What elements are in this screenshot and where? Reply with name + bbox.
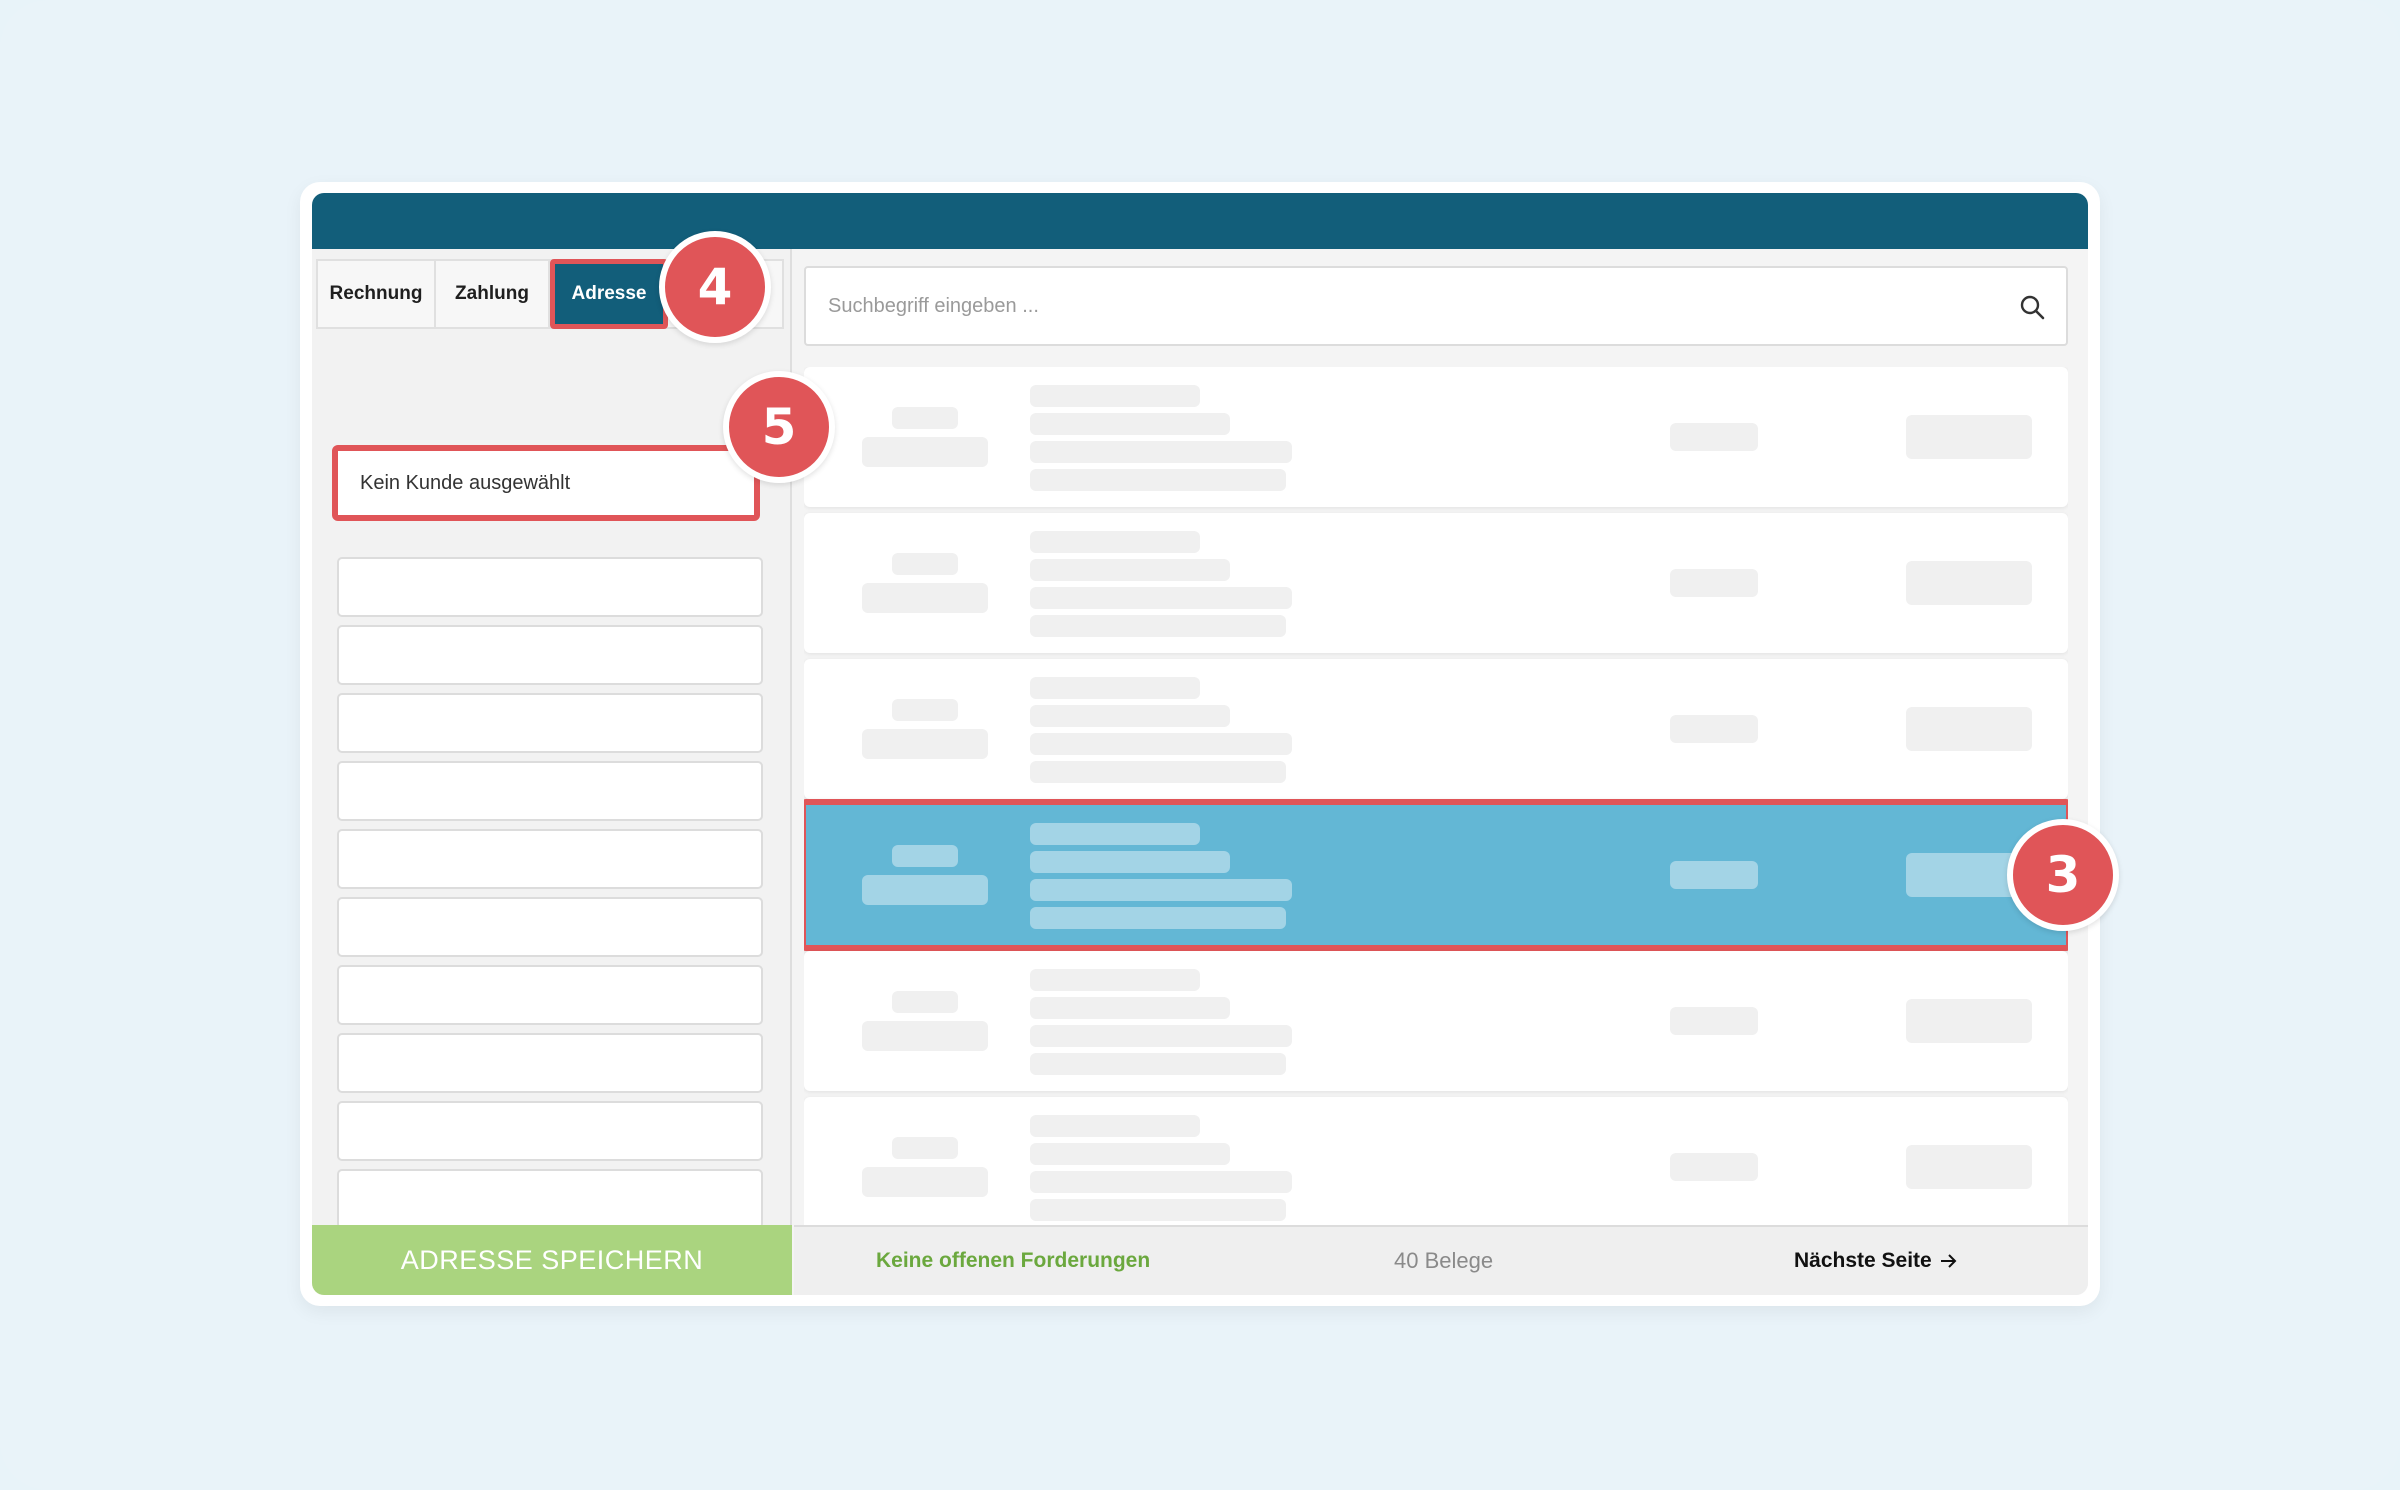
next-page-link[interactable]: Nächste Seite: [1794, 1249, 1958, 1273]
top-bar: [312, 193, 2088, 249]
list-item[interactable]: [804, 367, 2068, 507]
callout-badge-4: 4: [659, 231, 771, 343]
address-field-4[interactable]: [337, 761, 763, 821]
address-field-6[interactable]: [337, 897, 763, 957]
list-item[interactable]: [804, 951, 2068, 1091]
list-footer: Keine offenen Forderungen 40 Belege Näch…: [794, 1225, 2088, 1295]
document-list: [804, 367, 2068, 1239]
open-claims-status: Keine offenen Forderungen: [876, 1249, 1151, 1272]
address-field-2[interactable]: [337, 625, 763, 685]
list-item[interactable]: [804, 1097, 2068, 1237]
search-icon[interactable]: [2018, 293, 2046, 321]
next-page-label: Nächste Seite: [1794, 1249, 1932, 1272]
save-address-button[interactable]: ADRESSE SPEICHERN: [312, 1225, 792, 1295]
list-item-selected[interactable]: [804, 799, 2068, 951]
document-count: 40 Belege: [1394, 1248, 1494, 1273]
callout-badge-3: 3: [2007, 819, 2119, 931]
list-item[interactable]: [804, 659, 2068, 799]
address-field-10[interactable]: [337, 1169, 763, 1229]
address-field-9[interactable]: [337, 1101, 763, 1161]
address-field-5[interactable]: [337, 829, 763, 889]
callout-badge-5: 5: [723, 371, 835, 483]
search-box: [804, 266, 2068, 346]
arrow-right-icon: [1940, 1254, 1957, 1268]
left-panel: Rechnung Zahlung Adresse Kein Kunde ausg…: [312, 249, 792, 1295]
tab-zahlung[interactable]: Zahlung: [436, 261, 550, 327]
address-field-7[interactable]: [337, 965, 763, 1025]
tab-adresse[interactable]: Adresse: [550, 259, 668, 329]
list-item[interactable]: [804, 513, 2068, 653]
search-input[interactable]: [828, 294, 1968, 318]
address-field-1[interactable]: [337, 557, 763, 617]
address-field-8[interactable]: [337, 1033, 763, 1093]
right-panel: Keine offenen Forderungen 40 Belege Näch…: [794, 249, 2088, 1295]
app-window: Rechnung Zahlung Adresse Kein Kunde ausg…: [312, 193, 2088, 1295]
customer-select[interactable]: Kein Kunde ausgewählt: [332, 445, 760, 521]
tab-rechnung[interactable]: Rechnung: [318, 261, 436, 327]
address-field-3[interactable]: [337, 693, 763, 753]
